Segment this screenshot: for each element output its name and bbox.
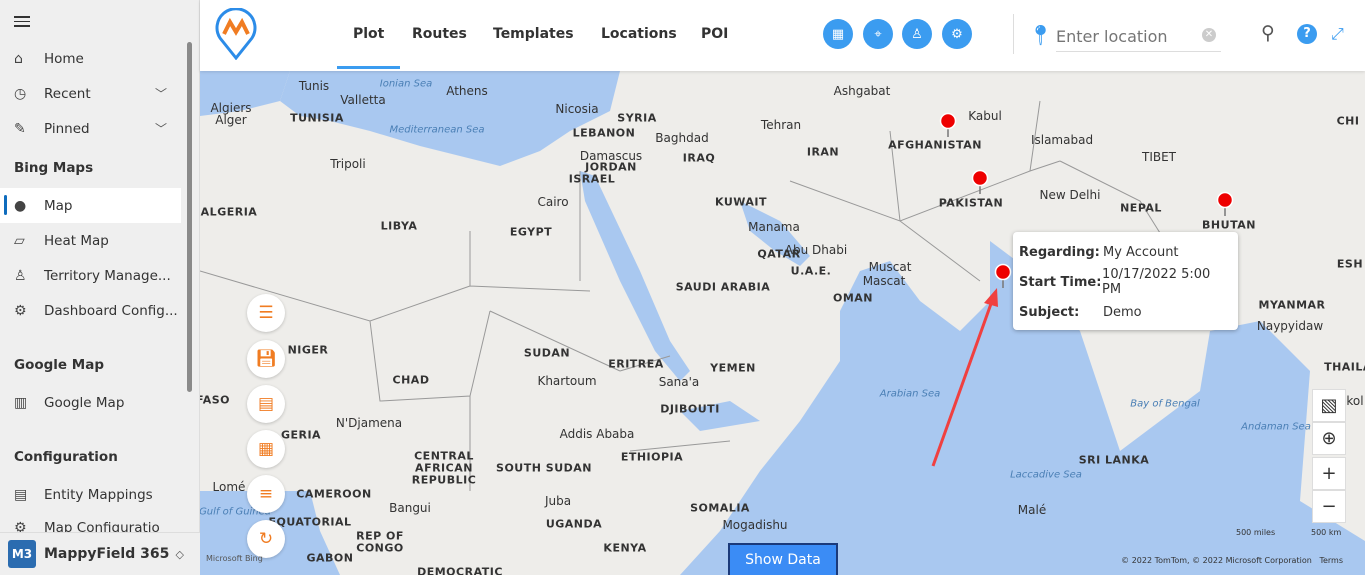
scale-miles: 500 miles xyxy=(1236,528,1276,537)
document-icon: ▤ xyxy=(257,394,275,414)
sidebar-item-entity-mappings[interactable]: ▤ Entity Mappings xyxy=(0,477,181,512)
settings-button[interactable]: ⚙ xyxy=(942,19,972,49)
wrench-gear-icon: ⚙ xyxy=(14,302,27,319)
document-button[interactable]: ▤ xyxy=(247,385,285,423)
divider xyxy=(1013,14,1014,54)
zoom-out-button[interactable]: − xyxy=(1312,490,1346,523)
sidebar-item-recent[interactable]: ◷ Recent ﹀ xyxy=(0,76,181,111)
chevron-down-icon[interactable]: ﹀ xyxy=(155,120,167,137)
help-icon[interactable]: ? xyxy=(1297,24,1317,44)
sidebar-item-territory[interactable]: ♙ Territory Manage... xyxy=(0,258,181,293)
show-data-button[interactable]: Show Data xyxy=(728,543,838,575)
copyright: © 2022 TomTom, © 2022 Microsoft Corporat… xyxy=(1121,556,1343,565)
clear-icon[interactable]: ✕ xyxy=(1202,28,1216,42)
sidebar-item-home[interactable]: ⌂ Home xyxy=(0,41,181,76)
mappyfield-logo xyxy=(215,8,257,60)
sidebar-item-dashboard-config[interactable]: ⚙ Dashboard Config... xyxy=(0,293,181,328)
minus-icon: − xyxy=(1321,496,1337,517)
map-style-button[interactable]: ▧ xyxy=(1312,389,1346,422)
tab-locations[interactable]: Locations xyxy=(601,26,677,42)
tooltip-row: Regarding: My Account xyxy=(1019,244,1179,260)
territory-button[interactable]: ♙ xyxy=(902,19,932,49)
app-badge: M3 xyxy=(8,540,36,568)
chevron-up-down-icon: ◇ xyxy=(175,547,184,561)
location-input[interactable] xyxy=(1056,22,1221,52)
app-name: MappyField 365 xyxy=(44,546,170,562)
save-button[interactable]: 💾︎ xyxy=(247,340,285,378)
tab-plot[interactable]: Plot xyxy=(336,26,401,69)
sidebar-item-pinned[interactable]: ✎ Pinned ﹀ xyxy=(0,111,181,146)
map-icon: ▥ xyxy=(14,394,28,411)
fullscreen-icon[interactable]: ⤢ xyxy=(1331,24,1344,44)
map-location-button[interactable]: ⌖ xyxy=(863,19,893,49)
activity-tooltip: Regarding: My Account Start Time: 10/17/20… xyxy=(1013,232,1238,330)
section-google-map: Google Map xyxy=(14,357,104,373)
sidebar-item-map[interactable]: ● Map xyxy=(0,188,181,223)
map-pin-marker[interactable] xyxy=(994,263,1012,289)
sidebar-item-map-configuration[interactable]: ⚙ Map Configuratio xyxy=(0,512,181,532)
sidebar-scrollbar[interactable] xyxy=(187,42,192,392)
tab-poi[interactable]: POI xyxy=(701,26,728,42)
map-pin-marker[interactable] xyxy=(971,169,989,195)
calendar-button[interactable]: ▦ xyxy=(823,19,853,49)
clock-icon: ◷ xyxy=(14,85,27,102)
map-style-icon: ▧ xyxy=(1320,395,1338,416)
map-pin-marker[interactable] xyxy=(939,112,957,138)
hamburger-menu-icon[interactable] xyxy=(14,13,30,30)
crosshair-icon: ⊕ xyxy=(1321,428,1337,449)
map-toolbar: Plot Routes Templates Locations POI ▦ ⌖ … xyxy=(200,0,1365,71)
bing-logo: Microsoft Bing xyxy=(206,554,263,563)
tab-templates[interactable]: Templates xyxy=(493,26,574,42)
tab-routes[interactable]: Routes xyxy=(412,26,467,42)
save-icon: 💾︎ xyxy=(255,349,277,369)
zoom-in-button[interactable]: + xyxy=(1312,457,1346,490)
section-configuration: Configuration xyxy=(14,449,118,465)
plus-icon: + xyxy=(1321,463,1337,484)
search-icon[interactable]: ⚲ xyxy=(1261,22,1275,44)
grid-icon: ▦ xyxy=(257,439,275,459)
grid-button[interactable]: ▦ xyxy=(247,430,285,468)
list-button[interactable]: ☰ xyxy=(247,294,285,332)
sidebar: ⌂ Home ◷ Recent ﹀ ✎ Pinned ﹀ Bing Maps ● Map ▱… xyxy=(0,0,200,575)
sidebar-item-heat-map[interactable]: ▱ Heat Map xyxy=(0,223,181,258)
heat-map-icon: ▱ xyxy=(14,232,25,249)
refresh-icon: ↻ xyxy=(258,529,274,549)
section-bing-maps: Bing Maps xyxy=(14,160,94,176)
numbered-list-button[interactable]: ≡ xyxy=(247,475,285,513)
terms-link[interactable]: Terms xyxy=(1319,556,1343,565)
map-canvas[interactable]: Tunis Valletta Ionian Sea Athens Algiers Alge… xyxy=(200,71,1365,575)
scale-km: 500 km xyxy=(1311,528,1342,537)
home-icon: ⌂ xyxy=(14,50,23,67)
tooltip-row: Subject: Demo xyxy=(1019,304,1142,320)
gear-icon: ⚙ xyxy=(14,520,27,532)
numbered-list-icon: ≡ xyxy=(258,484,274,504)
territory-icon: ♙ xyxy=(14,267,27,284)
refresh-button[interactable]: ↻ xyxy=(247,520,285,558)
calendar-icon: ▦ xyxy=(831,26,845,42)
location-pin-icon: 📍︎ xyxy=(1028,23,1054,47)
map-pin-marker[interactable] xyxy=(1216,191,1234,217)
document-icon: ▤ xyxy=(14,486,28,503)
app-switcher[interactable]: M3 MappyField 365 ◇ xyxy=(0,532,200,575)
gear-icon: ⚙ xyxy=(951,26,963,42)
locate-me-button[interactable]: ⊕ xyxy=(1312,422,1346,455)
map-marker-icon: ● xyxy=(14,197,27,214)
chevron-down-icon[interactable]: ﹀ xyxy=(155,85,167,102)
pin-icon: ✎ xyxy=(14,120,26,137)
map-pin-icon: ⌖ xyxy=(874,26,882,42)
list-icon: ☰ xyxy=(258,303,274,323)
tooltip-row: Start Time: 10/17/2022 5:00 PM xyxy=(1019,267,1211,297)
sidebar-item-google-map[interactable]: ▥ Google Map xyxy=(0,385,181,420)
user-network-icon: ♙ xyxy=(911,26,923,42)
